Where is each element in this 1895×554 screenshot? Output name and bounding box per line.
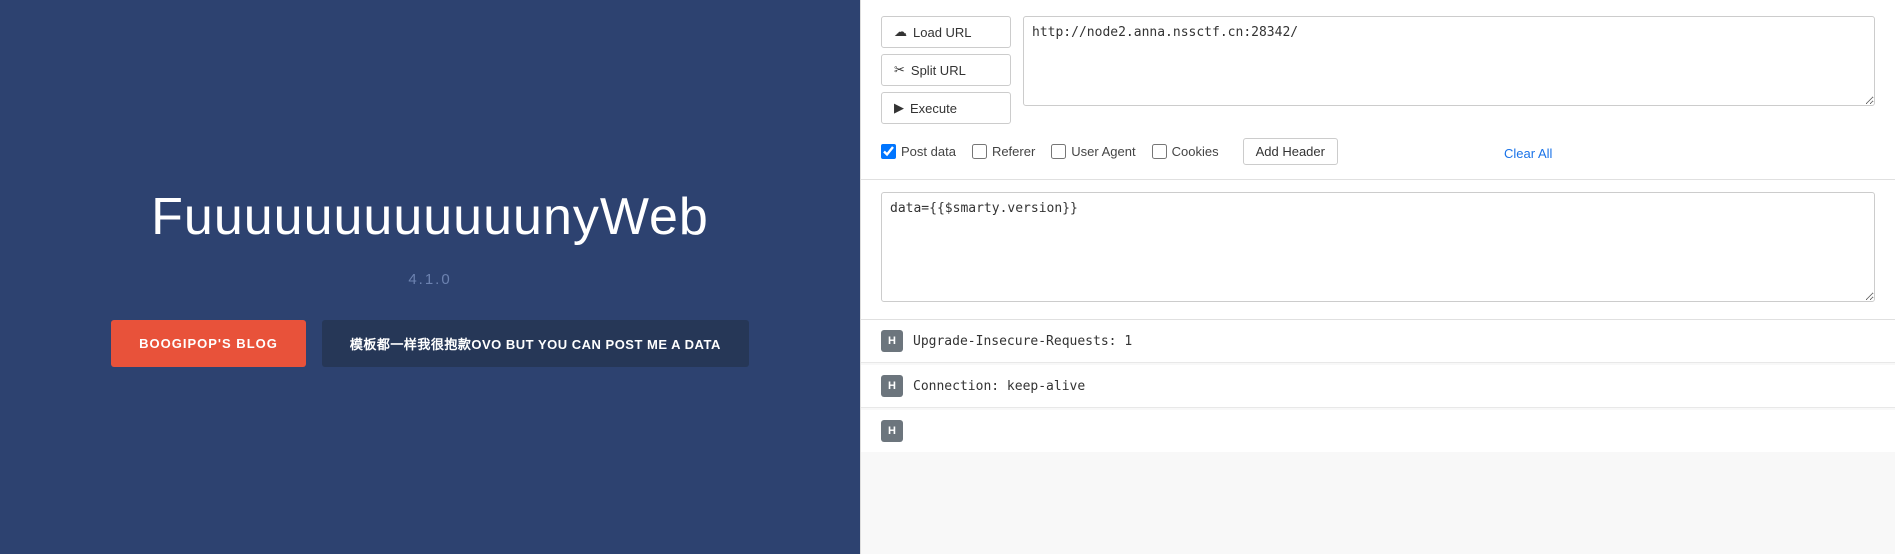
right-panel: ☁ Load URL ✂ Split URL ▶ Execute http://… [860, 0, 1895, 554]
load-url-label: Load URL [913, 25, 972, 40]
header-badge-1: H [881, 330, 903, 352]
post-data-checkbox[interactable] [881, 144, 896, 159]
post-data-checkbox-label[interactable]: Post data [881, 144, 956, 159]
header-row-2: H Connection: keep-alive [861, 365, 1895, 408]
referer-checkbox[interactable] [972, 144, 987, 159]
scissors-icon: ✂ [894, 62, 905, 78]
header-row-1: H Upgrade-Insecure-Requests: 1 [861, 320, 1895, 363]
user-agent-label: User Agent [1071, 144, 1135, 159]
user-agent-checkbox-label[interactable]: User Agent [1051, 144, 1135, 159]
clear-all-container: Clear All [1502, 145, 1552, 163]
execute-button[interactable]: ▶ Execute [881, 92, 1011, 124]
post-data-input[interactable]: data={{$smarty.version}} [881, 192, 1875, 302]
split-url-button[interactable]: ✂ Split URL [881, 54, 1011, 86]
execute-label: Execute [910, 101, 957, 116]
add-header-button[interactable]: Add Header [1243, 138, 1338, 165]
info-button[interactable]: 模板都一样我很抱款OVO BUT YOU CAN POST ME A DATA [322, 320, 749, 367]
header-badge-2: H [881, 375, 903, 397]
headers-section: H Upgrade-Insecure-Requests: 1 H Connect… [861, 320, 1895, 452]
left-buttons: BOOGIPOP'S BLOG 模板都一样我很抱款OVO BUT YOU CAN… [111, 320, 749, 367]
blog-button[interactable]: BOOGIPOP'S BLOG [111, 320, 306, 367]
referer-label: Referer [992, 144, 1035, 159]
action-buttons: ☁ Load URL ✂ Split URL ▶ Execute [881, 16, 1011, 124]
cookies-checkbox[interactable] [1152, 144, 1167, 159]
options-row: Post data Referer User Agent Cookies Add… [881, 132, 1875, 167]
top-section: ☁ Load URL ✂ Split URL ▶ Execute http://… [861, 0, 1895, 180]
cookies-checkbox-label[interactable]: Cookies [1152, 144, 1219, 159]
url-row: ☁ Load URL ✂ Split URL ▶ Execute http://… [881, 16, 1875, 124]
load-url-button[interactable]: ☁ Load URL [881, 16, 1011, 48]
clear-all-link[interactable]: Clear All [1504, 146, 1552, 161]
header-value-2: Connection: keep-alive [913, 379, 1085, 394]
cloud-icon: ☁ [894, 24, 907, 40]
site-version: 4.1.0 [408, 271, 451, 288]
url-input[interactable]: http://node2.anna.nssctf.cn:28342/ [1023, 16, 1875, 106]
left-panel: FuuuuuuuuuuuunyWeb 4.1.0 BOOGIPOP'S BLOG… [0, 0, 860, 554]
post-data-section: data={{$smarty.version}} [861, 180, 1895, 320]
header-value-1: Upgrade-Insecure-Requests: 1 [913, 334, 1132, 349]
user-agent-checkbox[interactable] [1051, 144, 1066, 159]
play-icon: ▶ [894, 100, 904, 116]
partial-header-row: H [861, 410, 1895, 452]
header-badge-3: H [881, 420, 903, 442]
split-url-label: Split URL [911, 63, 966, 78]
referer-checkbox-label[interactable]: Referer [972, 144, 1035, 159]
cookies-label: Cookies [1172, 144, 1219, 159]
post-data-label: Post data [901, 144, 956, 159]
options-inner: Post data Referer User Agent Cookies Add… [881, 138, 1338, 165]
site-title: FuuuuuuuuuuuunyWeb [151, 187, 709, 247]
